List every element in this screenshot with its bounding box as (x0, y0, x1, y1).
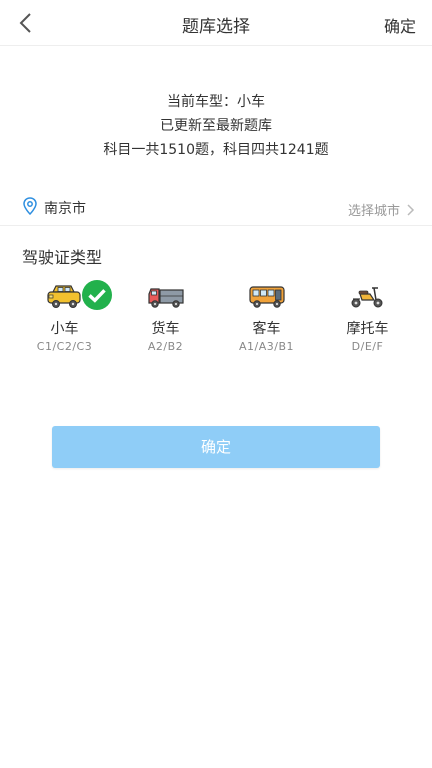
selected-check-icon (77, 280, 112, 310)
license-type-name: 小车 (50, 321, 79, 337)
nav-bar: 题库选择 确定 (0, 0, 432, 46)
nav-confirm-button[interactable]: 确定 (384, 13, 416, 37)
current-vehicle-type: 当前车型：小车 (167, 94, 265, 110)
truck-icon (146, 282, 186, 312)
license-type-name: 客车 (252, 321, 281, 337)
select-city-button[interactable]: 选择城市 (348, 200, 416, 219)
select-city-label: 选择城市 (347, 204, 400, 219)
car-icon (45, 280, 112, 312)
question-bank-info: 当前车型：小车 已更新至最新题库 科目一共1510题，科目四共1241题 (0, 90, 432, 162)
update-status: 已更新至最新题库 (160, 118, 272, 134)
license-type-motorcycle[interactable]: 摩托车 D/E/F (317, 282, 418, 353)
license-type-truck[interactable]: 货车 A2/B2 (115, 282, 216, 353)
license-type-codes: A2/B2 (147, 340, 184, 353)
location-pin-icon (22, 197, 38, 216)
license-type-codes: A1/A3/B1 (238, 340, 294, 353)
current-city: 南京市 (44, 201, 86, 217)
bus-icon (247, 282, 287, 312)
license-type-name: 货车 (151, 321, 180, 337)
license-type-bus[interactable]: 客车 A1/A3/B1 (216, 282, 317, 353)
city-row[interactable]: 南京市 选择城市 (0, 192, 432, 226)
motorcycle-icon (348, 282, 388, 312)
chevron-right-icon (404, 203, 416, 217)
license-type-name: 摩托车 (346, 321, 389, 337)
question-counts: 科目一共1510题，科目四共1241题 (103, 142, 329, 158)
license-type-list: 小车 C1/C2/C3 货车 A2/B2 客车 A1/A3/B1 摩托车 D/E… (14, 280, 418, 353)
license-type-car[interactable]: 小车 C1/C2/C3 (14, 280, 115, 353)
license-type-heading: 驾驶证类型 (22, 248, 103, 267)
confirm-button[interactable]: 确定 (52, 426, 380, 468)
license-type-codes: C1/C2/C3 (36, 340, 93, 353)
page-title: 题库选择 (182, 17, 250, 37)
license-type-codes: D/E/F (351, 340, 384, 353)
